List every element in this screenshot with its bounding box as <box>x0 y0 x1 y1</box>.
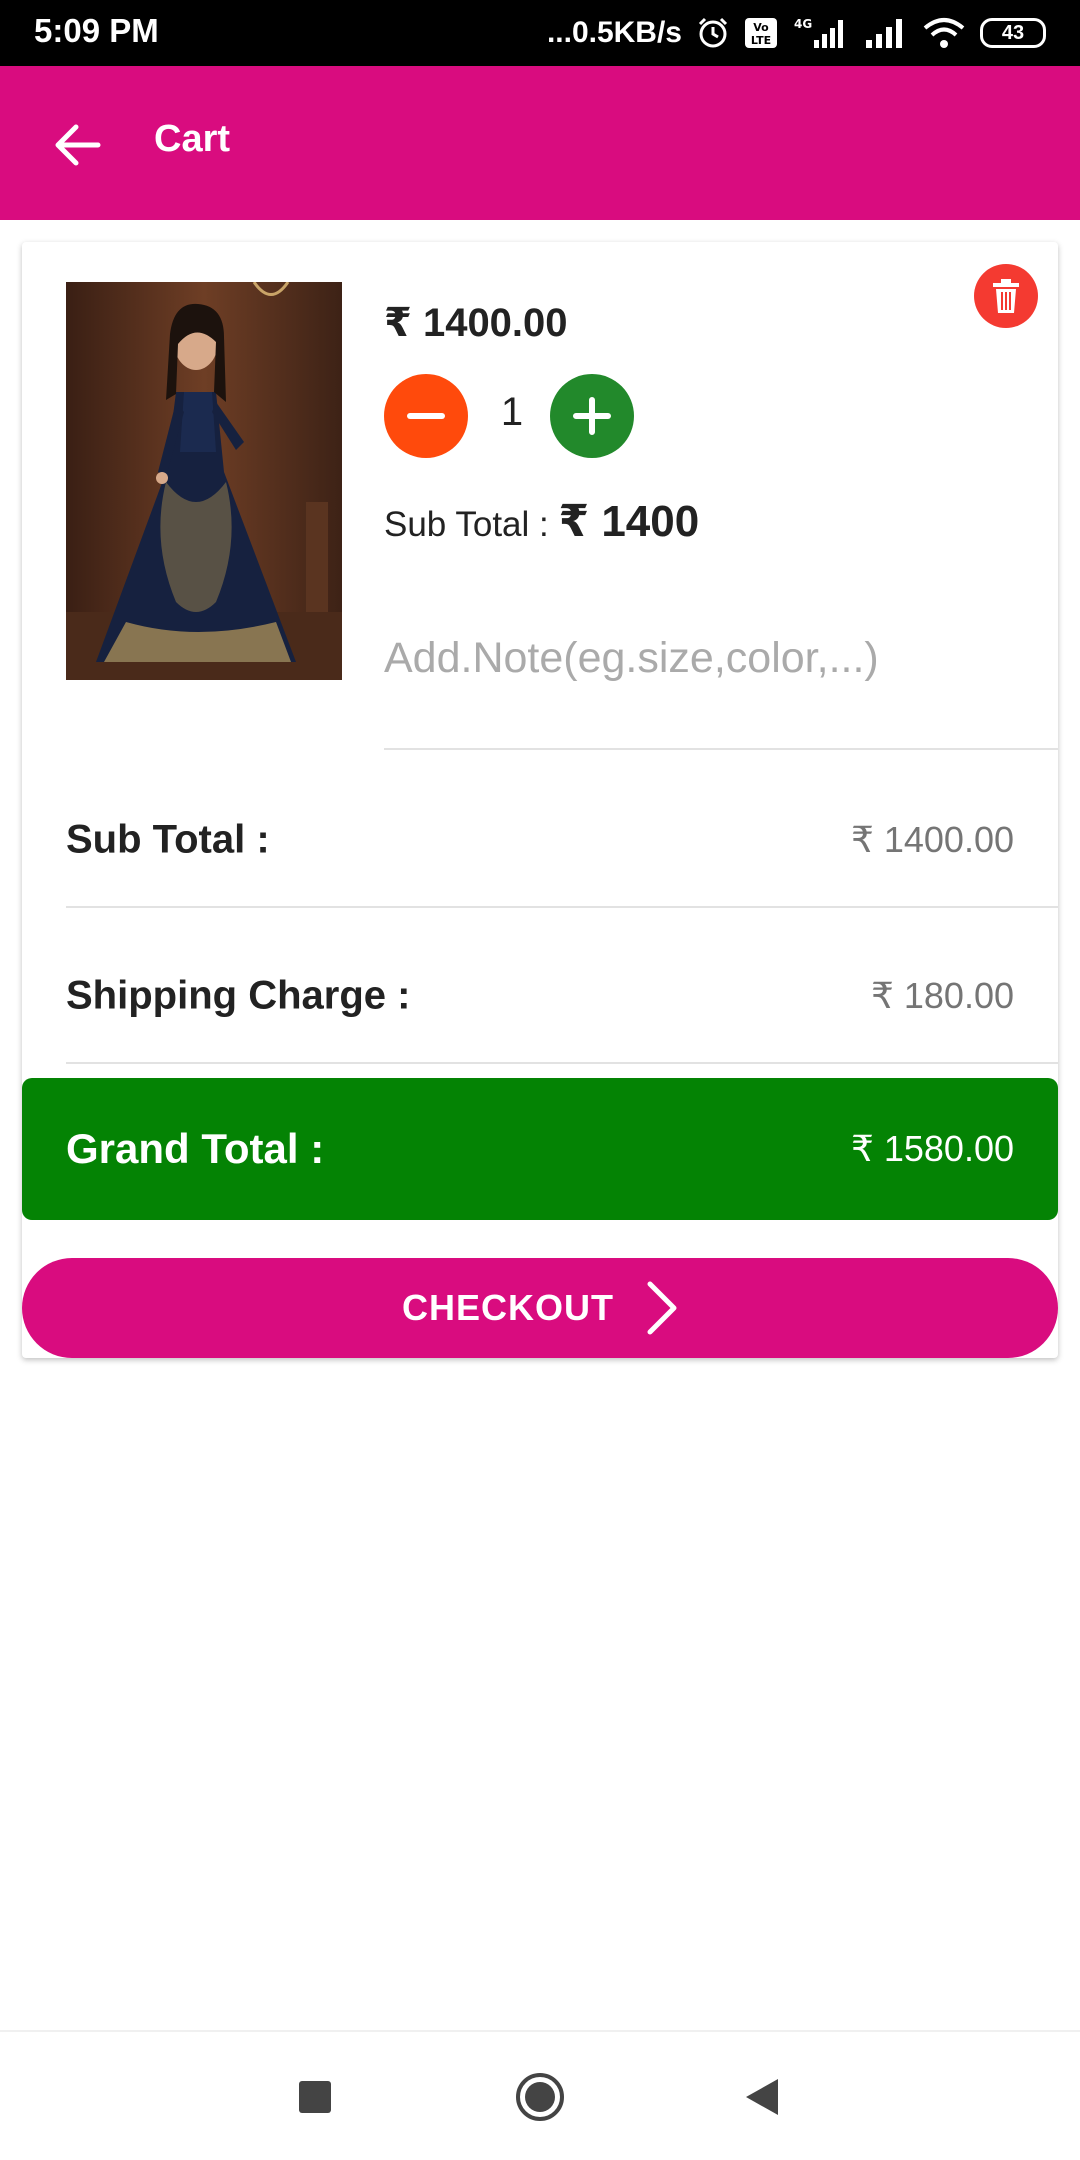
home-button[interactable] <box>505 2062 575 2132</box>
plus-icon <box>573 397 611 435</box>
increase-quantity-button[interactable] <box>550 374 634 458</box>
checkout-label: CHECKOUT <box>402 1287 614 1328</box>
item-subtotal-label: Sub Total : <box>384 505 559 544</box>
system-back-button[interactable] <box>727 2062 797 2132</box>
grand-total-value: ₹ 1580.00 <box>850 1128 1014 1169</box>
back-button[interactable] <box>42 110 112 180</box>
product-image[interactable] <box>66 282 342 680</box>
page-title: Cart <box>154 118 231 160</box>
subtotal-label: Sub Total : <box>66 817 270 862</box>
arrow-left-icon <box>55 124 101 166</box>
signal-icon <box>864 16 908 50</box>
note-underline <box>384 748 1058 750</box>
grand-total-row: Grand Total : ₹ 1580.00 <box>22 1078 1058 1220</box>
back-triangle-icon <box>746 2079 778 2115</box>
svg-text:4G: 4G <box>794 17 812 31</box>
app-bar: Cart <box>0 66 1080 220</box>
status-icons: ...0.5KB/s Vo LTE 4G 43 <box>547 10 1046 56</box>
wifi-icon <box>922 16 966 50</box>
divider <box>66 1062 1058 1064</box>
status-bar: 5:09 PM ...0.5KB/s Vo LTE 4G 43 <box>0 0 1080 66</box>
cart-card: ₹ 1400.00 1 Sub Total : ₹ 1400 Add.Note(… <box>22 242 1058 1358</box>
recents-square-icon <box>299 2081 331 2113</box>
svg-text:Vo: Vo <box>753 21 769 34</box>
alarm-icon <box>696 16 730 50</box>
decrease-quantity-button[interactable] <box>384 374 468 458</box>
shipping-value: ₹ 180.00 <box>870 975 1014 1016</box>
subtotal-row: Sub Total : ₹ 1400.00 <box>66 762 1058 918</box>
shipping-label: Shipping Charge : <box>66 973 411 1018</box>
delete-item-button[interactable] <box>974 264 1038 328</box>
item-subtotal: Sub Total : ₹ 1400 <box>384 496 699 547</box>
battery-icon: 43 <box>980 18 1046 48</box>
trash-icon <box>993 279 1019 313</box>
minus-icon <box>407 413 445 419</box>
note-input[interactable]: Add.Note(eg.size,color,...) <box>384 634 879 683</box>
network-speed: ...0.5KB/s <box>546 16 682 49</box>
status-time: 5:09 PM <box>34 12 159 49</box>
volte-icon: Vo LTE <box>744 17 778 49</box>
item-price: ₹ 1400.00 <box>384 301 568 345</box>
subtotal-value: ₹ 1400.00 <box>850 819 1014 860</box>
home-circle-icon <box>516 2073 564 2121</box>
item-subtotal-value: ₹ 1400 <box>558 497 700 546</box>
system-nav-bar <box>0 2030 1080 2160</box>
svg-text:LTE: LTE <box>751 34 771 47</box>
grand-total-label: Grand Total : <box>66 1125 325 1172</box>
recents-button[interactable] <box>280 2062 350 2132</box>
chevron-right-icon <box>647 1281 677 1335</box>
checkout-button[interactable]: CHECKOUT <box>22 1258 1058 1358</box>
signal-4g-icon: 4G <box>792 16 850 50</box>
divider <box>66 906 1058 908</box>
quantity-value: 1 <box>500 390 524 434</box>
shipping-row: Shipping Charge : ₹ 180.00 <box>66 918 1058 1074</box>
